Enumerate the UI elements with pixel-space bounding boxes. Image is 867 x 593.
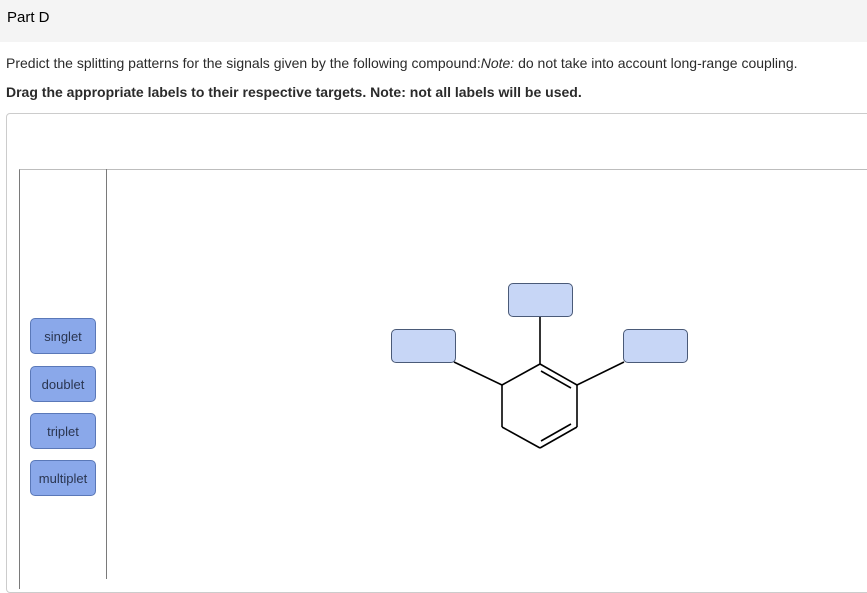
label-doublet[interactable]: doublet	[30, 366, 96, 402]
label-multiplet[interactable]: multiplet	[30, 460, 96, 496]
label-triplet[interactable]: triplet	[30, 413, 96, 449]
question-main: Predict the splitting patterns for the s…	[6, 55, 481, 71]
drop-target-left[interactable]	[391, 329, 456, 363]
label-singlet[interactable]: singlet	[30, 318, 96, 354]
drag-instruction: Drag the appropriate labels to their res…	[6, 84, 582, 100]
drop-target-top[interactable]	[508, 283, 573, 317]
question-note: do not take into account long-range coup…	[514, 55, 798, 71]
part-title: Part D	[7, 9, 50, 26]
note-label: Note:	[480, 55, 515, 71]
drag-drop-workarea	[19, 169, 867, 589]
part-header: Part D	[0, 0, 867, 42]
drop-target-right[interactable]	[623, 329, 688, 363]
question-text: Predict the splitting patterns for the s…	[6, 55, 798, 71]
